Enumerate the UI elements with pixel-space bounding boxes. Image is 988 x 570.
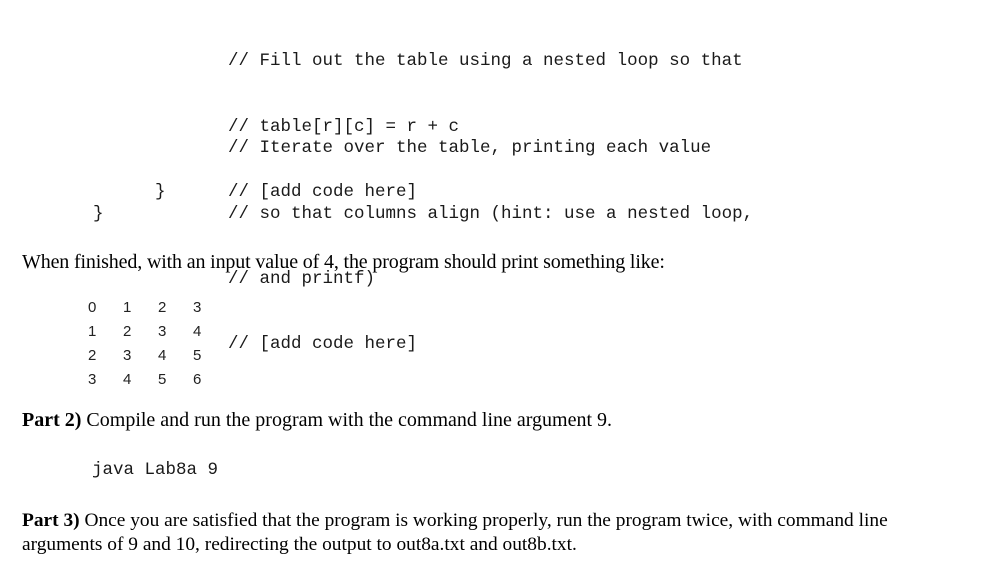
closing-brace-inner: } [155, 182, 166, 202]
sample-cell: 4 [123, 371, 132, 388]
sample-cell: 3 [193, 299, 202, 316]
sample-cell: 0 [88, 299, 97, 316]
sample-cell: 6 [193, 371, 202, 388]
part3-label: Part 3) [22, 510, 80, 531]
command-example: java Lab8a 9 [92, 460, 219, 480]
part2-label: Part 2) [22, 409, 82, 431]
code-line: // so that columns align (hint: use a ne… [228, 203, 754, 224]
part2-paragraph: Part 2) Compile and run the program with… [22, 409, 612, 432]
sample-cell: 3 [88, 371, 97, 388]
sample-row: 2 3 4 5 [88, 344, 228, 368]
sample-cell: 4 [193, 323, 202, 340]
code-comment-iterate-table: // Iterate over the table, printing each… [228, 95, 753, 377]
part3-text: Once you are satisfied that the program … [22, 510, 888, 555]
sample-cell: 2 [123, 323, 132, 340]
code-line: // Iterate over the table, printing each… [228, 138, 712, 159]
sample-cell: 3 [123, 347, 132, 364]
sample-row: 3 4 5 6 [88, 368, 228, 392]
sample-cell: 5 [158, 371, 167, 388]
part2-text: Compile and run the program with the com… [81, 409, 613, 431]
sample-cell: 1 [88, 323, 97, 340]
code-line: // Fill out the table using a nested loo… [228, 51, 743, 72]
sample-cell: 2 [88, 347, 97, 364]
sample-cell: 3 [158, 323, 167, 340]
sample-output-table: 0 1 2 3 1 2 3 4 2 3 4 5 3 4 5 6 [88, 296, 228, 392]
sample-cell: 5 [193, 347, 202, 364]
code-line: // [add code here] [228, 333, 418, 354]
intro-paragraph: When finished, with an input value of 4,… [22, 251, 665, 273]
sample-row: 1 2 3 4 [88, 320, 228, 344]
sample-cell: 1 [123, 299, 132, 316]
sample-cell: 2 [158, 299, 167, 316]
sample-cell: 4 [158, 347, 167, 364]
part3-paragraph: Part 3) Once you are satisfied that the … [22, 509, 972, 557]
closing-brace-outer: } [93, 204, 104, 224]
sample-row: 0 1 2 3 [88, 296, 228, 320]
